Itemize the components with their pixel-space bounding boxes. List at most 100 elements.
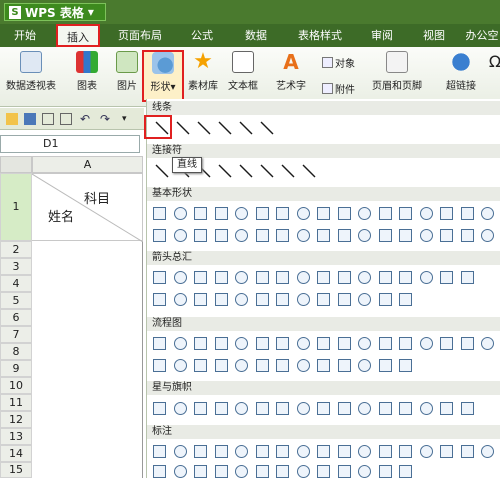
shape-icon[interactable] [317, 271, 330, 284]
picture-button[interactable]: 图片 [116, 51, 138, 92]
shape-icon[interactable] [173, 359, 187, 372]
shape-icon[interactable] [440, 207, 453, 220]
shape-icon[interactable] [296, 207, 310, 220]
shape-icon[interactable] [153, 229, 166, 242]
shape-icon[interactable] [337, 359, 351, 372]
clipart-button[interactable]: ★ 素材库 [188, 51, 218, 93]
shape-icon[interactable] [276, 445, 289, 458]
shape-icon[interactable] [276, 207, 289, 220]
shape-icon[interactable] [358, 207, 371, 220]
redo-icon[interactable]: ↷ [100, 113, 112, 125]
wordart-button[interactable]: A 艺术字 [276, 51, 306, 92]
shape-icon[interactable] [153, 271, 166, 284]
row-header[interactable]: 3 [0, 258, 32, 275]
row-header[interactable]: 8 [0, 343, 32, 360]
shape-icon[interactable] [153, 465, 166, 478]
shape-icon[interactable] [378, 207, 392, 220]
shape-icon[interactable] [173, 293, 187, 306]
shape-icon[interactable] [214, 359, 228, 372]
shape-icon[interactable] [173, 465, 187, 478]
shape-icon[interactable] [317, 229, 330, 242]
shape-icon[interactable] [194, 271, 207, 284]
shape-icon[interactable] [358, 337, 371, 350]
shape-icon[interactable] [419, 445, 433, 458]
shape-icon[interactable] [317, 293, 330, 306]
shape-icon[interactable] [317, 445, 330, 458]
shape-icon[interactable] [153, 445, 166, 458]
line-shape-icon[interactable] [155, 164, 169, 178]
shape-icon[interactable] [296, 465, 310, 478]
shape-icon[interactable] [296, 293, 310, 306]
shape-icon[interactable] [440, 402, 453, 415]
object-button[interactable]: 对象 [322, 55, 355, 70]
line-shape-icon[interactable] [281, 164, 295, 178]
shape-icon[interactable] [276, 465, 289, 478]
line-shape-icon[interactable] [239, 164, 253, 178]
shape-icon[interactable] [276, 229, 289, 242]
shape-icon[interactable] [440, 271, 453, 284]
shape-icon[interactable] [235, 293, 248, 306]
shape-icon[interactable] [399, 465, 412, 478]
attachment-button[interactable]: 附件 [322, 81, 355, 96]
shape-icon[interactable] [153, 337, 166, 350]
line-shape-icon[interactable] [218, 164, 232, 178]
name-box[interactable]: D1 [0, 135, 140, 153]
shape-icon[interactable] [337, 229, 351, 242]
chevron-down-icon[interactable]: ▾ [122, 113, 134, 125]
shape-icon[interactable] [255, 359, 269, 372]
chart-button[interactable]: 图表 [76, 51, 98, 92]
row-header[interactable]: 6 [0, 309, 32, 326]
shape-icon[interactable] [481, 445, 494, 458]
shape-icon[interactable] [378, 271, 392, 284]
row-header[interactable]: 13 [0, 428, 32, 445]
shape-icon[interactable] [460, 207, 474, 220]
shape-icon[interactable] [296, 445, 310, 458]
shape-icon[interactable] [317, 402, 330, 415]
row-header[interactable]: 11 [0, 394, 32, 411]
column-header-a[interactable]: A [32, 156, 143, 173]
row-header[interactable]: 1 [0, 173, 32, 241]
shape-icon[interactable] [255, 465, 269, 478]
shape-icon[interactable] [378, 445, 392, 458]
tab-home[interactable]: 开始 [6, 24, 44, 47]
shape-icon[interactable] [296, 271, 310, 284]
shape-icon[interactable] [194, 293, 207, 306]
shape-icon[interactable] [460, 402, 474, 415]
row-header[interactable]: 4 [0, 275, 32, 292]
shape-icon[interactable] [337, 445, 351, 458]
shape-icon[interactable] [276, 293, 289, 306]
shape-icon[interactable] [173, 337, 187, 350]
shape-icon[interactable] [460, 229, 474, 242]
row-header[interactable]: 14 [0, 445, 32, 462]
tab-review[interactable]: 审阅 [360, 24, 404, 47]
shape-icon[interactable] [214, 229, 228, 242]
app-menu-button[interactable]: S WPS 表格 ▾ [4, 3, 106, 21]
shape-icon[interactable] [317, 465, 330, 478]
shape-icon[interactable] [276, 402, 289, 415]
shape-icon[interactable] [399, 337, 412, 350]
tab-page-layout[interactable]: 页面布局 [112, 24, 168, 47]
shape-icon[interactable] [235, 337, 248, 350]
shape-icon[interactable] [481, 207, 494, 220]
shape-icon[interactable] [235, 465, 248, 478]
shape-icon[interactable] [317, 337, 330, 350]
shape-icon[interactable] [419, 271, 433, 284]
shape-icon[interactable] [194, 445, 207, 458]
shape-icon[interactable] [481, 337, 494, 350]
shape-icon[interactable] [419, 402, 433, 415]
row-header[interactable]: 5 [0, 292, 32, 309]
shape-icon[interactable] [399, 359, 412, 372]
shape-icon[interactable] [194, 359, 207, 372]
shape-icon[interactable] [358, 465, 371, 478]
tab-table-style[interactable]: 表格样式 [290, 24, 350, 47]
line-shape-icon[interactable] [302, 164, 316, 178]
shape-icon[interactable] [481, 229, 494, 242]
row-header[interactable]: 7 [0, 326, 32, 343]
shape-icon[interactable] [173, 402, 187, 415]
shape-icon[interactable] [419, 337, 433, 350]
shape-icon[interactable] [399, 207, 412, 220]
shape-icon[interactable] [194, 402, 207, 415]
shape-icon[interactable] [296, 359, 310, 372]
shape-icon[interactable] [399, 293, 412, 306]
shapes-button[interactable]: 形状▾ [142, 50, 184, 102]
